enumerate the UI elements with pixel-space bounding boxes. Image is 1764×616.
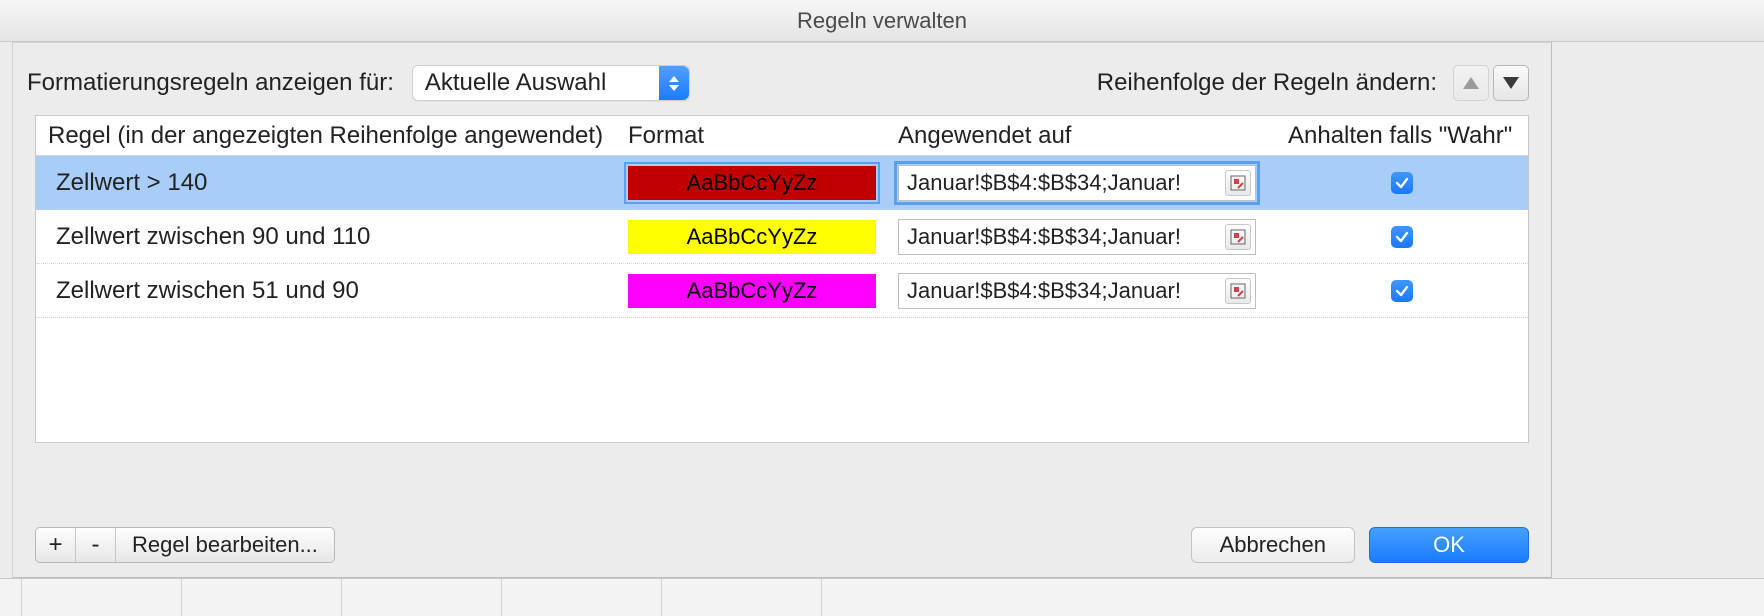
move-up-button[interactable] (1453, 65, 1489, 101)
select-arrows-icon (659, 66, 689, 100)
format-cell: AaBbCcYyZz (616, 274, 886, 308)
window-title: Regeln verwalten (0, 0, 1764, 42)
filter-value: Aktuelle Auswahl (425, 69, 606, 97)
ok-button[interactable]: OK (1369, 527, 1529, 563)
col-format-header: Format (616, 122, 886, 150)
applies-value: Januar!$B$4:$B$34;Januar! (907, 278, 1181, 304)
format-cell: AaBbCcYyZz (616, 166, 886, 200)
applies-cell: Januar!$B$4:$B$34;Januar! (886, 219, 1276, 255)
col-rule-header: Regel (in der angezeigten Reihenfolge an… (36, 122, 616, 150)
stop-if-true-checkbox[interactable] (1391, 280, 1413, 302)
stop-cell (1276, 280, 1528, 302)
table-row[interactable]: Zellwert > 140 AaBbCcYyZz Januar!$B$4:$B$3… (36, 156, 1528, 210)
applies-cell: Januar!$B$4:$B$34;Januar! (886, 165, 1276, 201)
applies-input[interactable]: Januar!$B$4:$B$34;Januar! (898, 273, 1256, 309)
cancel-button[interactable]: Abbrechen (1191, 527, 1355, 563)
edit-rule-button[interactable]: Regel bearbeiten... (116, 528, 334, 562)
rule-name: Zellwert > 140 (36, 169, 616, 197)
range-picker-icon[interactable] (1225, 278, 1251, 304)
format-cell: AaBbCcYyZz (616, 220, 886, 254)
bottom-bar: + - Regel bearbeiten... Abbrechen OK (35, 527, 1529, 563)
format-sample[interactable]: AaBbCcYyZz (628, 166, 876, 200)
applies-input[interactable]: Januar!$B$4:$B$34;Januar! (898, 219, 1256, 255)
stop-cell (1276, 226, 1528, 248)
spreadsheet-strip (0, 578, 1764, 616)
applies-value: Januar!$B$4:$B$34;Januar! (907, 224, 1181, 250)
format-sample[interactable]: AaBbCcYyZz (628, 220, 876, 254)
stop-if-true-checkbox[interactable] (1391, 172, 1413, 194)
applies-cell: Januar!$B$4:$B$34;Januar! (886, 273, 1276, 309)
arrow-down-icon (1503, 77, 1519, 89)
arrow-up-icon (1463, 77, 1479, 89)
filter-select[interactable]: Aktuelle Auswahl (412, 65, 690, 101)
table-row[interactable]: Zellwert zwischen 90 und 110 AaBbCcYyZz Ja… (36, 210, 1528, 264)
rule-name: Zellwert zwischen 90 und 110 (36, 223, 616, 251)
edit-button-group: + - Regel bearbeiten... (35, 527, 335, 563)
filter-label: Formatierungsregeln anzeigen für: (27, 69, 394, 97)
add-rule-button[interactable]: + (36, 528, 76, 562)
format-sample[interactable]: AaBbCcYyZz (628, 274, 876, 308)
table-header: Regel (in der angezeigten Reihenfolge an… (36, 116, 1528, 156)
rule-name: Zellwert zwischen 51 und 90 (36, 277, 616, 305)
applies-value: Januar!$B$4:$B$34;Januar! (907, 170, 1181, 196)
col-stop-header: Anhalten falls "Wahr" (1276, 122, 1528, 150)
reorder-label: Reihenfolge der Regeln ändern: (1097, 69, 1437, 97)
range-picker-icon[interactable] (1225, 224, 1251, 250)
dialog-body: Formatierungsregeln anzeigen für: Aktuel… (12, 42, 1552, 578)
range-picker-icon[interactable] (1225, 170, 1251, 196)
stop-cell (1276, 172, 1528, 194)
move-down-button[interactable] (1493, 65, 1529, 101)
stop-if-true-checkbox[interactable] (1391, 226, 1413, 248)
applies-input[interactable]: Januar!$B$4:$B$34;Januar! (898, 165, 1256, 201)
remove-rule-button[interactable]: - (76, 528, 116, 562)
rules-table: Regel (in der angezeigten Reihenfolge an… (35, 115, 1529, 443)
col-applies-header: Angewendet auf (886, 122, 1276, 150)
top-row: Formatierungsregeln anzeigen für: Aktuel… (13, 43, 1551, 115)
table-row[interactable]: Zellwert zwischen 51 und 90 AaBbCcYyZz Jan… (36, 264, 1528, 318)
